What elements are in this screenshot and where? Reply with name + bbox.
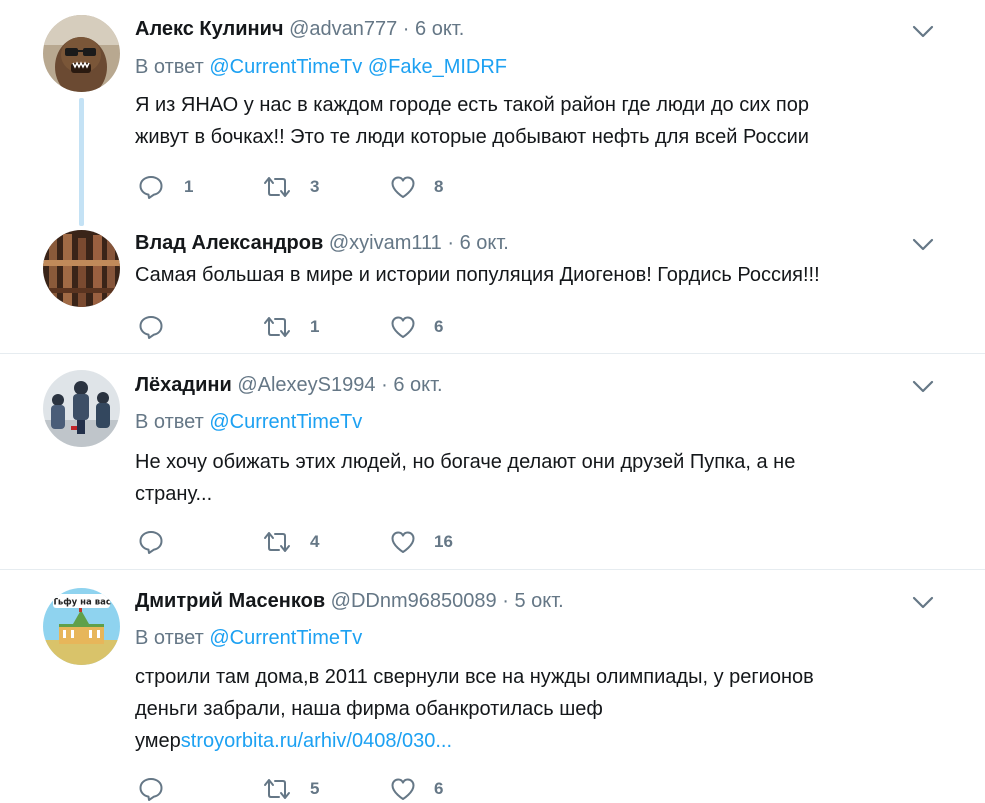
tweet-text-line-last: умерstroyorbita.ru/arhiv/0408/030... <box>135 725 915 757</box>
user-handle[interactable]: @advan777 <box>289 18 397 40</box>
tweet-text-line: Самая большая в мире и истории популяция… <box>135 264 820 286</box>
like-count: 6 <box>434 317 444 336</box>
timestamp[interactable]: 6 окт. <box>393 374 442 396</box>
reply-bubble-icon <box>139 531 163 554</box>
retweet-icon <box>264 317 290 337</box>
user-name[interactable]: Лёхадини <box>135 374 232 396</box>
user-name[interactable]: Алекс Кулинич <box>135 18 284 40</box>
tweet-text-line: строили там дома,в 2011 свернули все на … <box>135 666 814 688</box>
retweet-button[interactable]: 5 <box>262 776 332 802</box>
reply-context: В ответ @CurrentTimeTv <box>135 627 362 650</box>
avatar-label: Тьфу на вас <box>52 598 111 608</box>
like-button[interactable]: 8 <box>390 174 460 200</box>
tweet-text: Самая большая в мире и истории популяция… <box>135 259 915 291</box>
heart-icon <box>391 778 415 800</box>
retweet-icon <box>264 779 290 799</box>
like-count: 16 <box>434 532 453 551</box>
separator: · <box>381 374 388 396</box>
tweet-header: Влад Александров @xyivam111 · 6 окт. <box>135 232 509 255</box>
reply-prefix: В ответ <box>135 56 204 78</box>
retweet-count: 5 <box>310 779 320 798</box>
chevron-down-icon[interactable] <box>912 380 934 394</box>
reply-prefix: В ответ <box>135 627 204 649</box>
separator: · <box>402 18 410 40</box>
reply-bubble-icon <box>139 778 163 801</box>
chevron-down-icon[interactable] <box>912 238 934 252</box>
tweet-4: Тьфу на вас Дмитрий Масенков @DDnm968500… <box>0 570 985 803</box>
like-button[interactable]: 6 <box>390 314 460 340</box>
mention-link[interactable]: @CurrentTimeTv <box>209 56 362 78</box>
user-handle[interactable]: @AlexeyS1994 <box>237 374 375 396</box>
avatar[interactable] <box>43 230 120 307</box>
retweet-count: 1 <box>310 317 320 336</box>
tweet-text: строили там дома,в 2011 свернули все на … <box>135 661 915 757</box>
like-count: 8 <box>434 177 444 196</box>
tweet-header: Дмитрий Масенков @DDnm96850089 · 5 окт. <box>135 590 564 613</box>
timestamp[interactable]: 6 окт. <box>415 18 464 40</box>
tweet-text-line: Не хочу обижать этих людей, но богаче де… <box>135 451 796 473</box>
chevron-down-icon[interactable] <box>912 596 934 610</box>
reply-button[interactable] <box>138 529 198 555</box>
tweet-header: Лёхадини @AlexeyS1994 · 6 окт. <box>135 374 443 397</box>
reply-bubble-icon <box>139 316 163 339</box>
user-name[interactable]: Влад Александров <box>135 232 323 254</box>
tweet-3: Лёхадини @AlexeyS1994 · 6 окт. В ответ @… <box>0 354 985 569</box>
retweet-count: 3 <box>310 177 320 196</box>
tweet-text: Я из ЯНАО у нас в каждом городе есть так… <box>135 89 915 153</box>
reply-prefix: В ответ <box>135 411 204 433</box>
reply-bubble-icon <box>139 176 163 199</box>
heart-icon <box>391 316 415 338</box>
separator: · <box>447 232 455 254</box>
retweet-button[interactable]: 4 <box>262 529 332 555</box>
reply-button[interactable] <box>138 314 198 340</box>
heart-icon <box>391 176 415 198</box>
timestamp[interactable]: 6 окт. <box>460 232 509 254</box>
separator: · <box>502 590 509 612</box>
retweet-count: 4 <box>310 532 320 551</box>
heart-icon <box>391 531 415 553</box>
avatar[interactable] <box>43 370 120 447</box>
reply-button[interactable] <box>138 776 198 802</box>
reply-count: 1 <box>184 177 194 196</box>
reply-context: В ответ @CurrentTimeTv <box>135 411 362 434</box>
avatar[interactable] <box>43 15 120 92</box>
tweet-text-line: деньги забрали, наша фирма обанкротилась… <box>135 698 603 720</box>
tweet-header: Алекс Кулинич @advan777 · 6 окт. <box>135 18 464 41</box>
mention-link[interactable]: @CurrentTimeTv <box>209 411 362 433</box>
tweet-text-line: страну... <box>135 483 213 505</box>
mention-link[interactable]: @CurrentTimeTv <box>209 627 362 649</box>
avatar[interactable]: Тьфу на вас <box>43 588 120 665</box>
tweet-2: Влад Александров @xyivam111 · 6 окт. Сам… <box>0 212 985 353</box>
reply-button[interactable]: 1 <box>138 174 198 200</box>
reply-context: В ответ @CurrentTimeTv @Fake_MIDRF <box>135 56 507 79</box>
tweet-1: Алекс Кулинич @advan777 · 6 окт. В ответ… <box>0 0 985 226</box>
user-name[interactable]: Дмитрий Масенков <box>135 590 325 612</box>
thread-line <box>79 98 84 226</box>
user-handle[interactable]: @DDnm96850089 <box>331 590 497 612</box>
like-button[interactable]: 16 <box>390 529 470 555</box>
retweet-icon <box>264 177 290 197</box>
retweet-icon <box>264 532 290 552</box>
tweet-text: Не хочу обижать этих людей, но богаче де… <box>135 446 915 510</box>
mention-link[interactable]: @Fake_MIDRF <box>368 56 507 78</box>
tweet-text-word: умер <box>135 730 181 752</box>
tweet-text-line: живут в бочках!! Это те люди которые доб… <box>135 126 809 148</box>
retweet-button[interactable]: 3 <box>262 174 332 200</box>
like-count: 6 <box>434 779 444 798</box>
user-handle[interactable]: @xyivam111 <box>329 232 442 254</box>
retweet-button[interactable]: 1 <box>262 314 332 340</box>
chevron-down-icon[interactable] <box>912 25 934 39</box>
tweet-text-line: Я из ЯНАО у нас в каждом городе есть так… <box>135 94 810 116</box>
like-button[interactable]: 6 <box>390 776 460 802</box>
timestamp[interactable]: 5 окт. <box>514 590 563 612</box>
url-link[interactable]: stroyorbita.ru/arhiv/0408/030... <box>181 730 452 752</box>
